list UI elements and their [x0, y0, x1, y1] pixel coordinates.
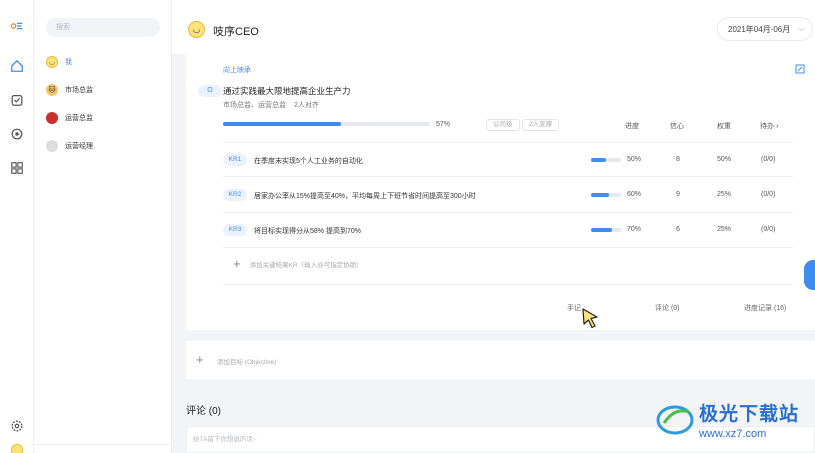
smiley-avatar-icon: ◡ — [46, 56, 58, 68]
home-icon[interactable] — [9, 58, 25, 74]
notes-tab[interactable]: 手记 — [567, 303, 581, 313]
task-check-icon[interactable] — [9, 92, 25, 108]
apps-grid-icon[interactable] — [9, 160, 25, 176]
okr-card: 向上映承 O 通过实践最大限地提高企业生产力 市场总监、运营总监 2人对齐 57… — [186, 54, 815, 330]
kr-progress-label: 50% — [627, 156, 642, 163]
comments-heading: 评论 (0) — [186, 406, 221, 417]
app-logo-icon[interactable] — [9, 18, 25, 34]
kr-progress-fill — [591, 228, 612, 232]
add-key-result[interactable]: + 添加关键结果KR（输入@可指定协助） — [233, 256, 363, 271]
objective-progress-fill — [223, 122, 341, 126]
kr-progress-fill — [591, 158, 606, 162]
kr-progress-bar — [591, 228, 621, 232]
period-selector[interactable]: 2021年04月-06月 ⌵ — [717, 17, 813, 41]
target-icon[interactable] — [9, 126, 25, 142]
divider — [223, 284, 793, 285]
objective-owners: 市场总监、运营总监 — [223, 102, 286, 109]
user-avatar-icon[interactable] — [9, 442, 25, 453]
settings-gear-icon[interactable] — [9, 418, 25, 434]
add-key-result-label: 添加关键结果KR（输入@可指定协助） — [249, 262, 363, 269]
watermark: 极光下载站 www.xz7.com — [655, 399, 799, 440]
kr-weight[interactable]: 50% — [717, 156, 731, 163]
company-level-tag: 公司级 — [486, 119, 520, 131]
kr-progress-bar — [591, 193, 621, 197]
watermark-logo-icon — [656, 405, 694, 434]
align-up-link[interactable]: 向上映承 — [223, 65, 251, 75]
kr-badge: KR1 — [223, 154, 247, 166]
kr-title[interactable]: 居家办公率从15%提高至40%，平均每周上下班节省时间提高至300小时 — [254, 191, 476, 201]
divider — [223, 176, 793, 177]
kr-progress-bar — [591, 158, 621, 162]
kr-title[interactable]: 将目标实现得分从58% 提高到70% — [254, 226, 361, 236]
kr-progress-label: 60% — [627, 191, 642, 198]
kr-todo[interactable]: (0/0) — [761, 226, 775, 233]
objective-badge: O — [198, 85, 222, 97]
watermark-url: www.xz7.com — [699, 428, 767, 440]
period-value: 2021年04月-06月 — [728, 24, 791, 34]
objective-progress-bar — [223, 122, 430, 126]
kr-progress-label: 70% — [627, 226, 642, 233]
person-name: 我 — [65, 59, 72, 66]
support-tag[interactable]: 2人支撑 — [522, 119, 560, 131]
kr-weight[interactable]: 25% — [717, 226, 731, 233]
cat-avatar-icon: 🐱 — [46, 84, 58, 96]
kr-todo[interactable]: (0/0) — [761, 156, 775, 163]
mouse-pointer-icon — [582, 308, 598, 329]
icon-rail — [0, 0, 34, 453]
page-title: 吱序CEO — [213, 26, 259, 38]
kr-progress-fill — [591, 193, 609, 197]
col-todo-header[interactable]: 待办 › — [760, 121, 778, 131]
progress-history-tab[interactable]: 进度记录 (16) — [744, 303, 786, 313]
divider — [223, 142, 793, 143]
ceo-avatar-icon: ◡ — [188, 21, 205, 38]
objective-meta: 市场总监、运营总监 2人对齐 — [223, 100, 325, 110]
person-item-me[interactable]: ◡ 我 — [46, 53, 72, 71]
red-face-avatar-icon — [46, 112, 58, 124]
plus-icon: + — [196, 352, 204, 367]
objective-title[interactable]: 通过实践最大限地提高企业生产力 — [223, 85, 351, 97]
panel-divider — [34, 444, 172, 445]
kr-badge: KR3 — [223, 224, 247, 236]
add-objective[interactable]: + 添加目标 (Objective) — [186, 341, 815, 379]
kr-confidence[interactable]: 9 — [676, 191, 680, 198]
person-item-operations-manager[interactable]: 运营经理 — [46, 137, 93, 155]
kr-todo[interactable]: (0/0) — [761, 191, 775, 198]
divider — [223, 212, 793, 213]
objective-aligned[interactable]: 2人对齐 — [294, 102, 319, 109]
person-name: 市场总监 — [65, 87, 93, 94]
col-progress-header: 进度 — [625, 123, 639, 130]
objective-progress-label: 57% — [436, 121, 451, 128]
kr-weight[interactable]: 25% — [717, 191, 731, 198]
divider — [223, 247, 793, 248]
person-item-marketing-director[interactable]: 🐱 市场总监 — [46, 81, 93, 99]
add-objective-label: 添加目标 (Objective) — [217, 359, 277, 366]
person-item-operations-director[interactable]: 运营总监 — [46, 109, 93, 127]
watermark-title: 极光下载站 — [699, 404, 800, 425]
people-panel: ◡ 我 🐱 市场总监 运营总监 运营经理 — [34, 0, 172, 453]
edit-icon[interactable] — [795, 64, 805, 74]
kr-badge: KR2 — [223, 189, 247, 201]
plus-icon: + — [233, 256, 241, 271]
chevron-down-icon: ⌵ — [798, 24, 805, 33]
dog-avatar-icon — [46, 140, 58, 152]
person-name: 运营经理 — [65, 143, 93, 150]
page-header: ◡ 吱序CEO 2021年04月-06月 ⌵ — [172, 0, 815, 54]
kr-confidence[interactable]: 8 — [676, 156, 680, 163]
floating-assistant-button[interactable] — [804, 260, 815, 290]
comments-tab[interactable]: 评论 (0) — [655, 303, 680, 313]
kr-title[interactable]: 在季度末实现5个人工业务的自动化 — [254, 156, 363, 166]
person-name: 运营总监 — [65, 115, 93, 122]
search-input[interactable] — [46, 18, 160, 37]
col-weight-header: 权重 — [717, 123, 731, 130]
col-confidence-header: 信心 — [670, 123, 684, 130]
kr-confidence[interactable]: 6 — [676, 226, 680, 233]
